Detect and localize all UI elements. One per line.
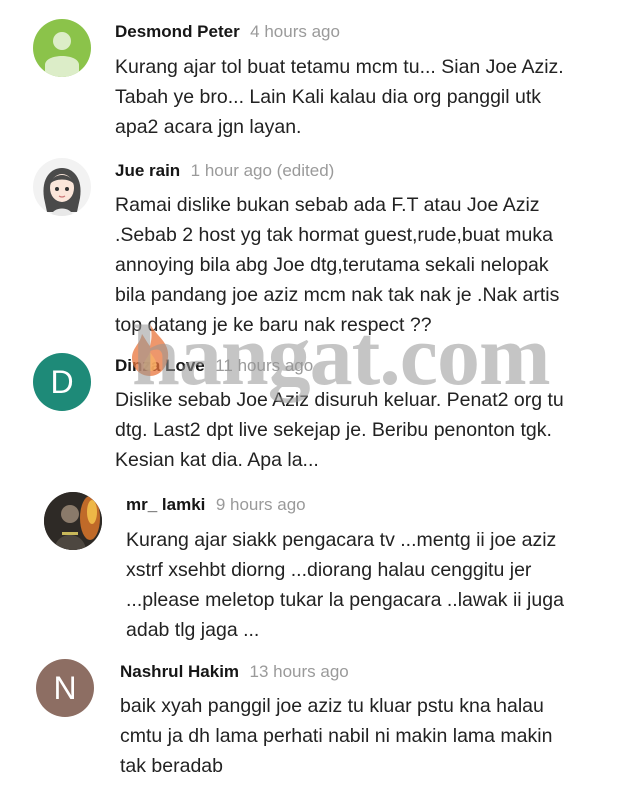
comment-author[interactable]: Desmond Peter bbox=[115, 22, 240, 41]
avatar[interactable] bbox=[44, 492, 102, 550]
comment-text: Kurang ajar tol buat tetamu mcm tu... Si… bbox=[115, 56, 564, 138]
avatar[interactable]: N bbox=[36, 659, 94, 717]
anime-girl-avatar-icon bbox=[43, 168, 81, 216]
comment-text: Dislike sebab Joe Aziz disuruh keluar. P… bbox=[115, 389, 564, 471]
comment-item: Desmond Peter 4 hours ago Kurang ajar to… bbox=[0, 0, 618, 150]
avatar-letter: D bbox=[50, 363, 74, 400]
comment-author[interactable]: Dinza Love bbox=[115, 356, 205, 375]
comment-header: Nashrul Hakim 13 hours ago bbox=[120, 662, 349, 682]
photo-avatar-icon bbox=[44, 492, 102, 550]
avatar[interactable] bbox=[33, 158, 91, 216]
avatar[interactable]: D bbox=[33, 353, 91, 411]
comment-author[interactable]: Nashrul Hakim bbox=[120, 662, 239, 681]
comment-timestamp[interactable]: 13 hours ago bbox=[250, 662, 349, 681]
comment-text: Kurang ajar siakk pengacara tv ...mentg … bbox=[126, 529, 564, 641]
avatar-letter: N bbox=[53, 669, 77, 706]
comment-author[interactable]: Jue rain bbox=[115, 161, 180, 180]
comment-header-row: Jue rain 1 hour ago (edited) bbox=[115, 161, 334, 181]
comment-timestamp[interactable]: 4 hours ago bbox=[250, 22, 340, 41]
comment-author[interactable]: mr_ lamki bbox=[126, 495, 205, 514]
comment-header: mr_ lamki 9 hours ago bbox=[126, 495, 306, 515]
comment-timestamp[interactable]: 9 hours ago bbox=[216, 495, 306, 514]
user-silhouette-icon bbox=[45, 32, 79, 77]
comment-header: Desmond Peter 4 hours ago bbox=[115, 22, 340, 42]
avatar[interactable] bbox=[33, 19, 91, 77]
comment-text: Ramai dislike bukan sebab ada F.T atau J… bbox=[115, 194, 560, 336]
comment-item: mr_ lamki 9 hours ago Kurang ajar siakk … bbox=[0, 480, 618, 650]
comment-header: Dinza Love 11 hours ago bbox=[115, 356, 313, 376]
comment-text: baik xyah panggil joe aziz tu kluar pstu… bbox=[120, 695, 553, 777]
comment-item: D Dinza Love 11 hours ago Dislike sebab … bbox=[0, 340, 618, 480]
comment-timestamp[interactable]: 1 hour ago (edited) bbox=[191, 161, 335, 180]
comment-item: N Nashrul Hakim 13 hours ago baik xyah p… bbox=[0, 650, 618, 800]
comment-timestamp[interactable]: 11 hours ago bbox=[215, 356, 313, 375]
comment-item: Jue rain 1 hour ago (edited) Ramai disli… bbox=[0, 150, 618, 340]
